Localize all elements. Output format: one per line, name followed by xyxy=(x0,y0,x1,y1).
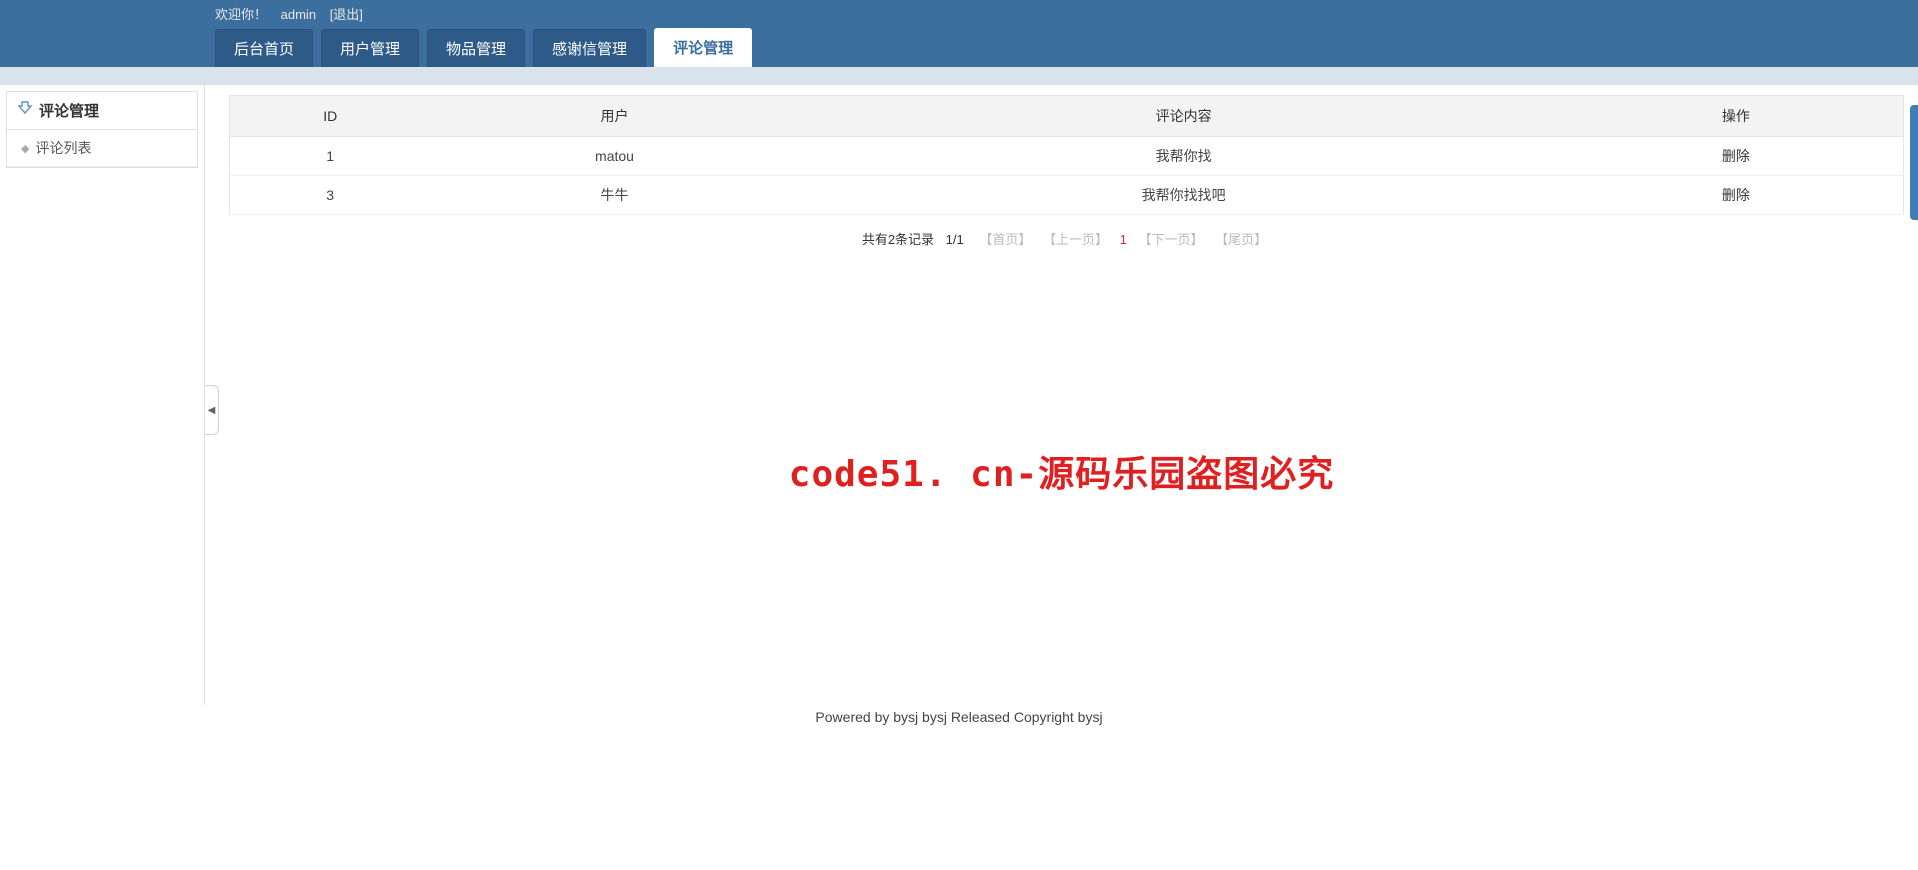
cell-id: 1 xyxy=(230,137,431,176)
comments-table: ID 用户 评论内容 操作 1 matou 我帮你找 删除 3 牛牛 我帮你找找… xyxy=(229,95,1904,215)
cell-user: matou xyxy=(430,137,798,176)
table-header-row: ID 用户 评论内容 操作 xyxy=(230,96,1904,137)
delete-link[interactable]: 删除 xyxy=(1722,187,1750,203)
sidebar-box: 评论管理 ◆ 评论列表 xyxy=(6,91,198,168)
sub-header xyxy=(0,67,1918,85)
welcome-prefix: 欢迎你！ xyxy=(215,7,267,22)
scroll-indicator[interactable] xyxy=(1910,105,1918,220)
bullet-icon: ◆ xyxy=(21,142,29,155)
main-wrap: 评论管理 ◆ 评论列表 ◀ ID 用户 评论内容 操作 1 xyxy=(0,85,1918,705)
welcome-bar: 欢迎你！ admin [退出] xyxy=(215,0,1918,30)
pagination-first[interactable]: 【首页】 xyxy=(979,232,1031,247)
tab-thanks[interactable]: 感谢信管理 xyxy=(533,29,646,67)
username: admin xyxy=(281,7,316,22)
cell-content: 我帮你找找吧 xyxy=(799,176,1569,215)
table-row: 1 matou 我帮你找 删除 xyxy=(230,137,1904,176)
footer: Powered by bysj bysj Released Copyright … xyxy=(0,705,1918,729)
sidebar: 评论管理 ◆ 评论列表 xyxy=(0,85,205,705)
sidebar-item-comment-list[interactable]: ◆ 评论列表 xyxy=(7,130,197,167)
sidebar-item-label: 评论列表 xyxy=(35,138,91,158)
sidebar-title-text: 评论管理 xyxy=(39,100,99,121)
header: 欢迎你！ admin [退出] 后台首页 用户管理 物品管理 感谢信管理 评论管… xyxy=(0,0,1918,67)
tab-comments[interactable]: 评论管理 xyxy=(654,28,752,67)
pagination-summary: 共有2条记录 xyxy=(862,232,934,247)
tab-home[interactable]: 后台首页 xyxy=(215,29,313,67)
arrow-down-icon xyxy=(17,101,33,121)
content-area: ID 用户 评论内容 操作 1 matou 我帮你找 删除 3 牛牛 我帮你找找… xyxy=(205,85,1918,705)
tab-items[interactable]: 物品管理 xyxy=(427,29,525,67)
col-user: 用户 xyxy=(430,96,798,137)
sidebar-title: 评论管理 xyxy=(7,92,197,130)
pagination-next[interactable]: 【下一页】 xyxy=(1139,232,1204,247)
col-action: 操作 xyxy=(1569,96,1904,137)
pagination-prev[interactable]: 【上一页】 xyxy=(1043,232,1108,247)
nav-tabs: 后台首页 用户管理 物品管理 感谢信管理 评论管理 xyxy=(215,30,1918,67)
cell-content: 我帮你找 xyxy=(799,137,1569,176)
tab-users[interactable]: 用户管理 xyxy=(321,29,419,67)
cell-user: 牛牛 xyxy=(430,176,798,215)
logout-link[interactable]: [退出] xyxy=(330,7,363,22)
pagination-current: 1 xyxy=(1120,232,1127,247)
cell-id: 3 xyxy=(230,176,431,215)
col-id: ID xyxy=(230,96,431,137)
table-row: 3 牛牛 我帮你找找吧 删除 xyxy=(230,176,1904,215)
pagination: 共有2条记录 1/1 【首页】 【上一页】 1 【下一页】 【尾页】 xyxy=(229,215,1904,262)
watermark: code51. cn-源码乐园盗图必究 xyxy=(789,445,1334,497)
pagination-last[interactable]: 【尾页】 xyxy=(1215,232,1267,247)
pagination-page-of: 1/1 xyxy=(946,232,964,247)
delete-link[interactable]: 删除 xyxy=(1722,148,1750,164)
col-content: 评论内容 xyxy=(799,96,1569,137)
